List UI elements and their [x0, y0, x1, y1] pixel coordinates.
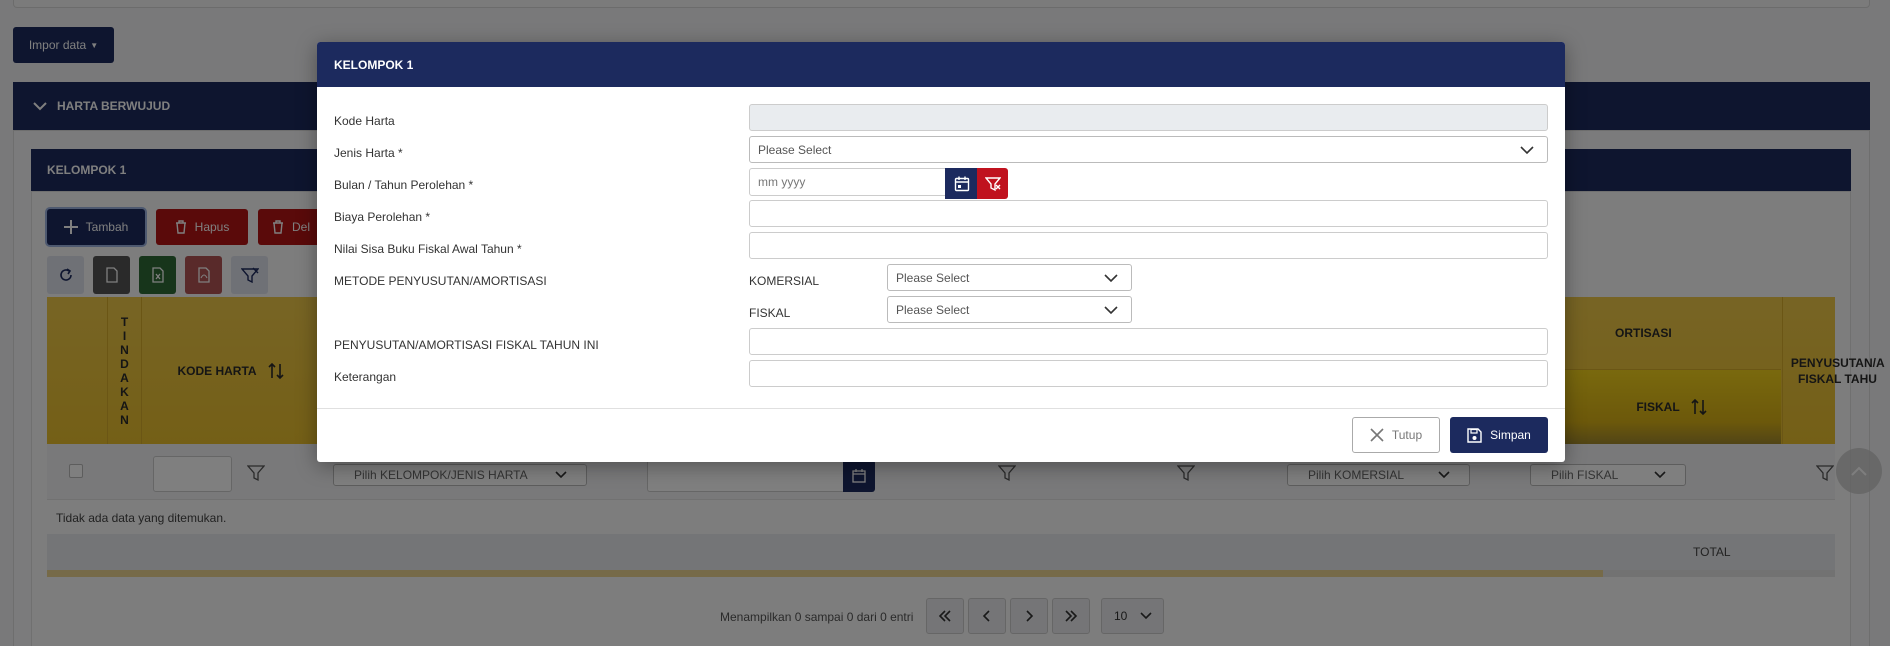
- nilai-sisa-label: Nilai Sisa Buku Fiskal Awal Tahun *: [334, 242, 522, 256]
- bulan-tahun-placeholder: mm yyyy: [758, 175, 806, 189]
- save-button[interactable]: Simpan: [1450, 417, 1548, 453]
- keterangan-input[interactable]: [749, 360, 1548, 387]
- komersial-value: Please Select: [896, 270, 970, 285]
- fiskal-value: Please Select: [896, 302, 970, 317]
- komersial-select[interactable]: Please Select: [887, 264, 1132, 291]
- kode-harta-label: Kode Harta: [334, 114, 395, 128]
- penyusutan-label: PENYUSUTAN/AMORTISASI FISKAL TAHUN INI: [334, 338, 599, 352]
- fiskal-label: FISKAL: [749, 306, 791, 320]
- save-icon: [1467, 427, 1482, 443]
- modal-dialog: KELOMPOK 1 Kode Harta Jenis Harta * Plea…: [317, 42, 1565, 462]
- modal-title: KELOMPOK 1: [334, 57, 414, 72]
- filter-clear-icon: [984, 176, 1001, 191]
- penyusutan-input[interactable]: [749, 328, 1548, 355]
- modal-header: KELOMPOK 1: [317, 42, 1565, 87]
- biaya-perolehan-label: Biaya Perolehan *: [334, 210, 431, 224]
- close-icon: [1370, 428, 1384, 442]
- metode-label: METODE PENYUSUTAN/AMORTISASI: [334, 274, 547, 288]
- chevron-down-icon: [1520, 146, 1534, 155]
- keterangan-label: Keterangan: [334, 370, 397, 384]
- biaya-perolehan-input[interactable]: [749, 200, 1548, 227]
- jenis-harta-value: Please Select: [758, 142, 832, 157]
- bulan-tahun-label: Bulan / Tahun Perolehan *: [334, 178, 474, 192]
- close-button-label: Tutup: [1391, 428, 1423, 442]
- kode-harta-input: [749, 104, 1548, 131]
- close-button[interactable]: Tutup: [1352, 417, 1440, 453]
- chevron-down-icon: [1104, 274, 1118, 283]
- jenis-harta-label: Jenis Harta *: [334, 146, 403, 160]
- fiskal-select[interactable]: Please Select: [887, 296, 1132, 323]
- clear-date-button[interactable]: [977, 168, 1008, 199]
- jenis-harta-select[interactable]: Please Select: [749, 136, 1548, 163]
- calendar-button[interactable]: [945, 168, 978, 199]
- bulan-tahun-input[interactable]: mm yyyy: [749, 168, 946, 196]
- nilai-sisa-input[interactable]: [749, 232, 1548, 259]
- komersial-label: KOMERSIAL: [749, 274, 820, 288]
- modal-footer-divider: [317, 408, 1565, 409]
- save-button-label: Simpan: [1490, 428, 1531, 442]
- chevron-down-icon: [1104, 306, 1118, 315]
- calendar-icon: [954, 176, 969, 191]
